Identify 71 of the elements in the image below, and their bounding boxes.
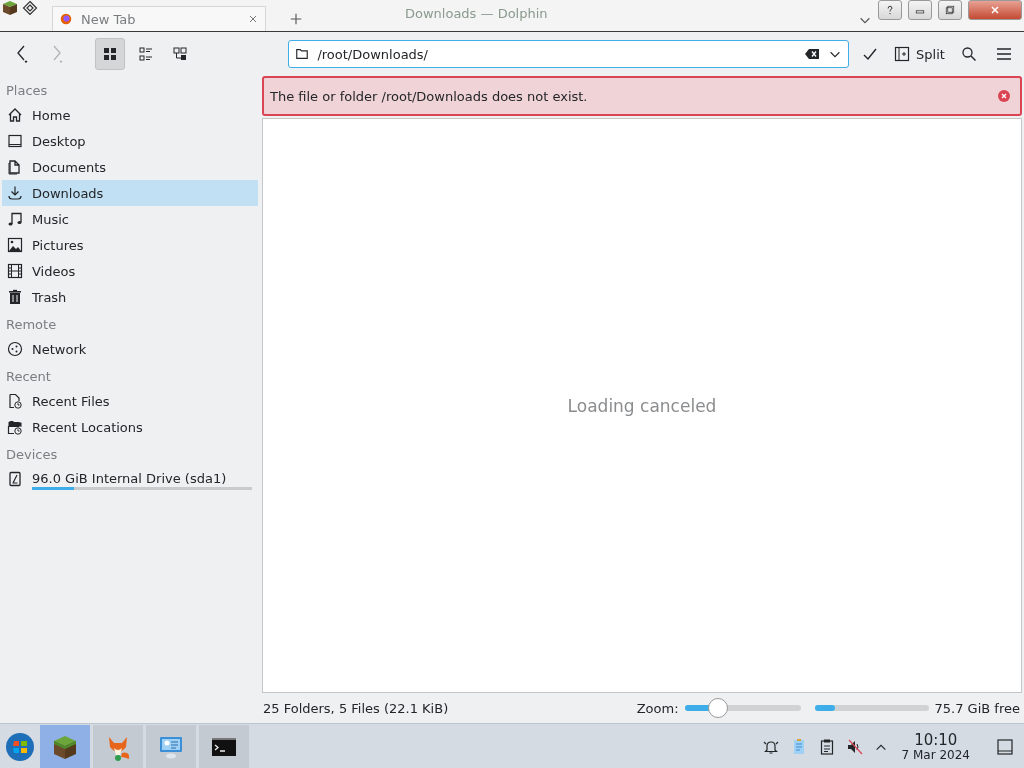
drive-icon [7, 470, 23, 487]
error-message: The file or folder /root/Downloads does not exist. [270, 88, 588, 104]
grass-cube-icon [51, 733, 79, 761]
close-icon [998, 90, 1010, 102]
close-icon [989, 4, 1001, 16]
section-heading: Remote [5, 316, 58, 334]
section-heading: Places [5, 82, 49, 100]
empty-message: Loading canceled [567, 395, 717, 416]
menu-icon [995, 46, 1012, 62]
zoom-slider-thumb[interactable] [708, 698, 729, 718]
clock-date: 7 Mar 2024 [901, 748, 970, 762]
tab-label: New Tab [81, 11, 137, 27]
home-icon [7, 107, 23, 123]
close-button[interactable] [968, 0, 1022, 20]
zoom-label: Zoom: [636, 700, 679, 716]
browser-icon [59, 12, 73, 26]
search-icon [961, 46, 978, 62]
grass-cube-icon [2, 0, 18, 16]
icons-view-button[interactable] [94, 38, 126, 70]
download-icon [7, 185, 23, 201]
status-summary: 25 Folders, 5 Files (22.1 KiB) [263, 700, 450, 716]
taskbar-app[interactable] [40, 725, 90, 768]
restore-icon [944, 4, 956, 16]
network-icon [7, 341, 23, 357]
sidebar-item[interactable]: Music [2, 206, 258, 232]
start-orb-icon [5, 732, 35, 762]
film-icon [7, 263, 23, 279]
recent-file-icon [7, 393, 23, 409]
sidebar-item[interactable]: Home [2, 102, 258, 128]
documents-icon [7, 159, 23, 175]
sidebar-item[interactable]: Recent Locations [2, 414, 258, 440]
drive-label: 96.0 GiB Internal Drive (sda1) [32, 471, 227, 486]
clock-time: 10:10 [914, 732, 958, 748]
clock[interactable]: 10:10 7 Mar 2024 [901, 732, 970, 762]
sidebar-item[interactable]: Pictures [2, 232, 258, 258]
sidebar-item[interactable]: Network [2, 336, 258, 362]
minimize-button[interactable] [908, 0, 932, 20]
plus-icon [289, 12, 303, 26]
bell-icon [761, 738, 780, 756]
sidebar-item[interactable]: Desktop [2, 128, 258, 154]
section-heading: Recent [5, 368, 52, 386]
picture-icon [7, 237, 23, 253]
recent-folder-icon [7, 419, 23, 435]
checkmark-icon [861, 46, 878, 62]
location-field[interactable]: /root/Downloads/ [288, 40, 850, 68]
sidebar-item[interactable]: Trash [2, 284, 258, 310]
window-title: Downloads — Dolphin [405, 6, 548, 21]
tab[interactable]: New Tab [52, 6, 266, 31]
split-icon [894, 46, 910, 62]
section-heading: Devices [5, 446, 59, 464]
sidebar-item[interactable]: Downloads [2, 180, 258, 206]
tree-icon [172, 46, 189, 62]
folder-icon [295, 47, 310, 61]
muted-speaker-icon [845, 738, 864, 756]
grid-icon [101, 46, 118, 62]
sidebar-item[interactable]: Documents [2, 154, 258, 180]
clear-icon [804, 46, 821, 62]
close-icon [247, 13, 259, 25]
music-note-icon [7, 211, 23, 227]
trash-icon [7, 289, 23, 305]
free-space: 75.7 GiB free [934, 700, 1020, 716]
sidebar-item[interactable]: 96.0 GiB Internal Drive (sda1) [2, 466, 258, 494]
split-button[interactable]: Split [890, 39, 949, 69]
sidebar-item[interactable]: Recent Files [2, 388, 258, 414]
help-button[interactable] [878, 0, 902, 20]
sidebar-item[interactable]: Videos [2, 258, 258, 284]
taskbar-app[interactable] [199, 725, 249, 768]
desktop-icon [7, 133, 23, 149]
list-icon [137, 46, 154, 62]
maximize-button[interactable] [938, 0, 962, 20]
show-desktop-icon [996, 738, 1014, 756]
